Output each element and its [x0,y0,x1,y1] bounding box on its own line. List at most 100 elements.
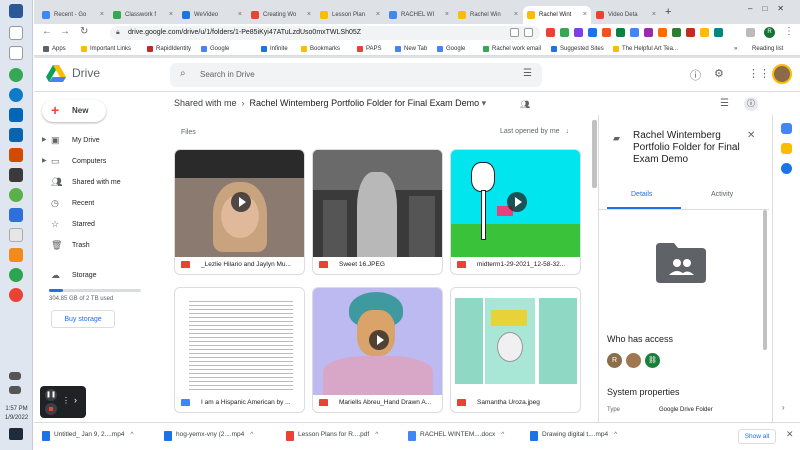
play-icon[interactable] [369,330,389,350]
address-bar[interactable]: 🔒︎ drive.google.com/drive/u/1/folders/1-… [110,26,540,40]
app-taskbar-icon[interactable] [9,248,23,262]
tasks-icon[interactable] [781,163,792,174]
browser-tab[interactable]: Recent - Go × [38,6,108,24]
expand-icon[interactable]: › [74,395,77,405]
download-item[interactable]: hog-yemx-vny (2....mp4 ^ [164,431,253,441]
expand-arrow-icon[interactable]: ▶ [42,136,47,143]
extension-icon[interactable] [658,28,667,37]
search-icon[interactable]: ⌕ [180,68,186,79]
chevron-right-icon[interactable]: › [782,403,785,412]
download-item[interactable]: Untitled_ Jan 9, 2....mp4 ^ [42,431,134,441]
file-card[interactable]: midterm1-29-2021_12-58-32... [450,149,581,275]
nav-recent[interactable]: ◷ Recent [34,195,164,213]
keep-icon[interactable] [781,143,792,154]
pause-icon[interactable]: ❚❚ [45,389,57,401]
bookmark-item[interactable]: Google [200,42,229,56]
play-icon[interactable] [507,192,527,212]
play-icon[interactable] [231,192,251,212]
extensions-puzzle-icon[interactable] [746,28,755,37]
chevron-up-icon[interactable]: ^ [614,431,617,438]
access-avatar[interactable] [626,353,641,368]
new-tab-icon[interactable]: + [665,6,671,18]
tab-close-icon[interactable]: × [652,6,656,24]
file-card[interactable]: _Lezlie Hilario and Jaylyn Mu... [174,149,305,275]
bookmark-item[interactable]: PAPS [356,42,382,56]
nav-starred[interactable]: ☆ Starred [34,216,164,234]
extension-icon[interactable] [672,28,681,37]
taskbar-clock[interactable]: 1:57 PM 1/9/2022 [2,405,31,423]
tab-details[interactable]: Details [631,191,652,198]
browser-tab[interactable]: Rachel Wint × [523,6,591,24]
help-icon[interactable]: ⓘ [690,67,701,83]
new-button[interactable]: + New [42,100,106,122]
bookmark-item[interactable]: Bookmarks [300,42,340,56]
word-taskbar-icon[interactable] [9,148,23,162]
bookmark-item[interactable]: New Tab [394,42,427,56]
stop-recording-icon[interactable] [45,403,57,415]
close-icon[interactable]: ✕ [747,130,755,141]
list-view-icon[interactable]: ☰ [720,98,729,109]
access-avatar[interactable]: R [607,353,622,368]
chevron-up-icon[interactable]: ^ [375,431,378,438]
chevron-up-icon[interactable]: ^ [501,431,504,438]
nav-storage[interactable]: ☁ Storage [34,267,164,285]
browser-tab[interactable]: WeVideo × [178,6,246,24]
nav-computers[interactable]: ▶ ▭ Computers [34,153,164,171]
back-icon[interactable]: ← [42,26,52,37]
notification-icon[interactable] [9,428,23,440]
bookmark-star-icon[interactable] [524,28,533,37]
breadcrumb-current-folder[interactable]: Rachel Wintemberg Portfolio Folder for F… [250,98,480,108]
search-input[interactable]: ⌕ Search in Drive ☰ [170,63,542,87]
breadcrumb-root[interactable]: Shared with me [174,98,237,108]
expand-arrow-icon[interactable]: ▶ [42,157,47,164]
app-taskbar-icon[interactable] [9,168,23,182]
file-card[interactable]: Samantha Uroza.jpeg [450,287,581,413]
bookmark-item[interactable]: Rachel work email [482,42,541,56]
browser-tab[interactable]: RACHEL WI × [385,6,453,24]
search-options-icon[interactable]: ☰ [523,68,532,79]
app-taskbar-icon[interactable] [9,188,23,202]
download-item[interactable]: Drawing digital t....mp4 ^ [530,431,617,441]
bookmark-item[interactable]: Important Links [80,42,131,56]
chrome-taskbar-icon[interactable] [9,68,23,82]
tab-close-icon[interactable]: × [583,6,587,24]
bookmarks-overflow-icon[interactable]: » [724,42,737,56]
nav-trash[interactable]: 🗑︎ Trash [34,237,164,255]
bookmark-item[interactable]: Google [436,42,465,56]
tab-close-icon[interactable]: × [376,6,380,24]
app-taskbar-icon[interactable] [9,228,23,242]
chevron-down-icon[interactable]: ▾ [482,98,487,108]
extension-icon[interactable] [560,28,569,37]
forward-icon[interactable]: → [60,26,70,37]
drive-logo-icon[interactable] [46,65,66,83]
edge-taskbar-icon[interactable] [9,88,23,102]
nav-shared-with-me[interactable]: 👥︎ Shared with me [34,174,164,192]
file-card[interactable]: I am a Hispanic American by ... [174,287,305,413]
share-page-icon[interactable] [510,28,519,37]
link-sharing-icon[interactable]: ⛓ [645,353,660,368]
buy-storage-button[interactable]: Buy storage [51,310,115,328]
search-icon[interactable] [9,26,23,40]
tab-close-icon[interactable]: × [514,6,518,24]
bookmark-item[interactable]: The Helpful Art Tea... [612,42,678,56]
file-card[interactable]: Sweet 16.JPEG [312,149,443,275]
windows-start-icon[interactable] [9,4,23,18]
chrome-menu-icon[interactable]: ⋮ [784,26,794,37]
nav-my-drive[interactable]: ▶ ▣ My Drive [34,132,164,150]
outlook-taskbar-icon[interactable] [9,128,23,142]
chevron-up-icon[interactable]: ^ [250,431,253,438]
sort-control[interactable]: Last opened by me ↓ [500,128,569,135]
tab-close-icon[interactable]: × [445,6,449,24]
bookmark-item[interactable]: Suggested Sites [550,42,604,56]
tab-close-icon[interactable]: × [307,6,311,24]
chrome-taskbar-icon[interactable] [9,288,23,302]
extension-icon[interactable] [546,28,555,37]
bookmark-item[interactable]: Apps [42,42,66,56]
settings-gear-icon[interactable]: ⚙ [714,67,724,80]
tab-close-icon[interactable]: × [169,6,173,24]
extension-icon[interactable] [616,28,625,37]
apps-grid-icon[interactable]: ⋮⋮ [748,67,770,80]
extension-icon[interactable] [686,28,695,37]
browser-tab[interactable]: Classwork f × [109,6,177,24]
more-options-icon[interactable]: ⋮ [62,396,70,405]
